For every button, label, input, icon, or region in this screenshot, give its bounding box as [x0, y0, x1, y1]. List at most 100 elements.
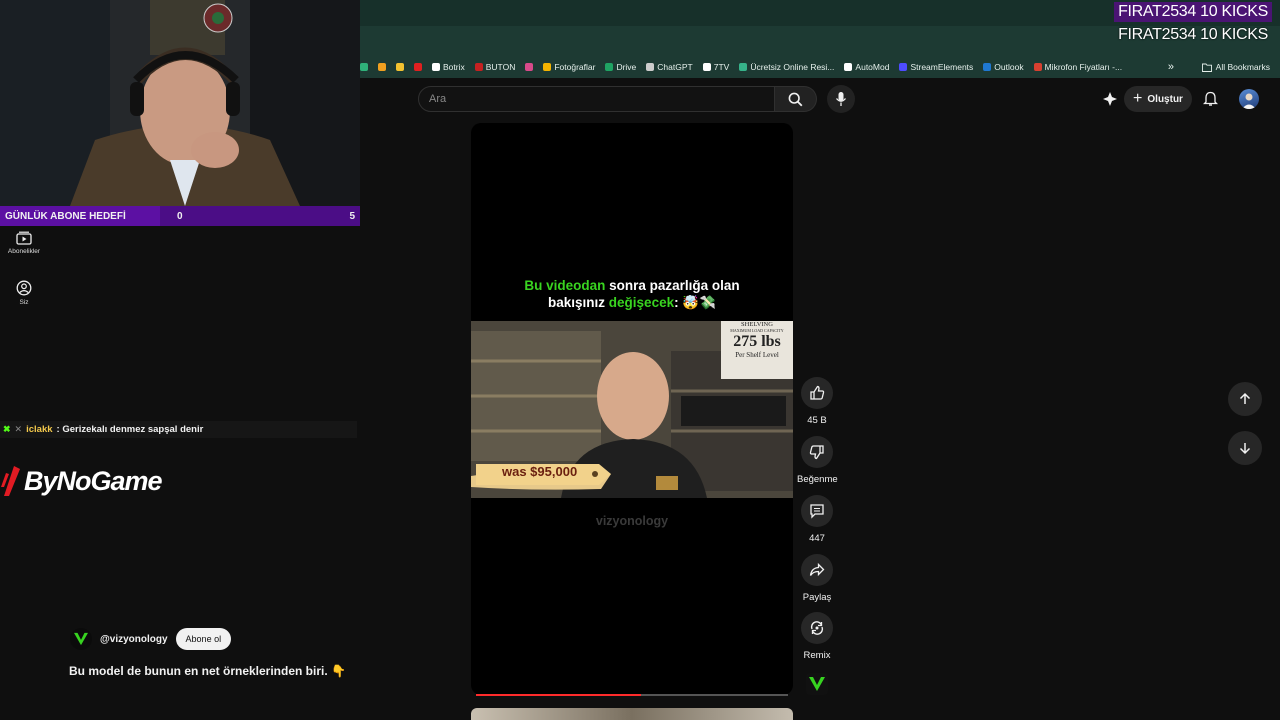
bookmark-favicon-icon: [378, 63, 386, 71]
bookmark-item[interactable]: Botrix: [432, 62, 465, 72]
create-button[interactable]: + Oluştur: [1124, 86, 1192, 112]
caption-highlight: değişecek: [608, 295, 675, 310]
channel-handle[interactable]: @vizyonology: [100, 634, 168, 645]
caption-emoji: : 🤯💸: [674, 295, 716, 310]
shelving-sign: SHELVING MAXIMUM LOAD CAPACITY 275 lbs P…: [721, 321, 793, 360]
share-button[interactable]: Paylaş: [797, 554, 837, 603]
next-short-preview[interactable]: [471, 708, 793, 720]
bookmarks-bar: Botrix BUTON Fotoğraflar Drive ChatGPT 7TV Ücr…: [360, 56, 1280, 78]
shorts-video-player[interactable]: Bu videodan sonra pazarlığa olan bakışın…: [471, 123, 793, 695]
next-short-button[interactable]: [1228, 431, 1262, 465]
bookmark-item[interactable]: AutoMod: [844, 62, 889, 72]
bookmark-label: ChatGPT: [657, 62, 693, 72]
search-button[interactable]: [775, 86, 817, 112]
bookmark-favicon-icon: [605, 63, 614, 71]
search-input[interactable]: Ara: [418, 86, 775, 112]
folder-icon: [1201, 63, 1212, 72]
bookmark-item[interactable]: [414, 63, 422, 71]
bookmark-favicon-icon: [1033, 63, 1042, 71]
all-bookmarks-button[interactable]: All Bookmarks: [1201, 56, 1270, 78]
sign-level: Per Shelf Level: [735, 351, 779, 359]
remix-button[interactable]: Remix: [797, 612, 837, 661]
bookmark-item[interactable]: Fotoğraflar: [543, 62, 595, 72]
share-label: Paylaş: [802, 592, 832, 603]
bookmarks-overflow-button[interactable]: »: [1168, 61, 1174, 73]
kick-badge-icon: ✖: [3, 424, 11, 434]
video-description: Bu model de bunun en net örneklerinden b…: [69, 664, 346, 678]
all-bookmarks-label: All Bookmarks: [1215, 62, 1270, 72]
video-clip-frame: SHELVING MAXIMUM LOAD CAPACITY 275 lbs P…: [471, 321, 793, 498]
create-label: Oluştur: [1147, 93, 1183, 105]
channel-avatar-small[interactable]: [806, 673, 828, 695]
arrow-up-icon: [1239, 392, 1251, 404]
bookmark-label: StreamElements: [910, 62, 974, 72]
notifications-button[interactable]: [1202, 91, 1219, 112]
subscriptions-icon: [16, 231, 32, 245]
dislike-button[interactable]: Beğenme: [797, 436, 838, 485]
video-caption: Bu videodan sonra pazarlığa olan bakışın…: [471, 277, 793, 311]
bookmark-favicon-icon: [983, 63, 992, 71]
arrow-down-icon: [1239, 443, 1251, 455]
bookmark-label: AutoMod: [855, 62, 890, 72]
vizyonology-logo-icon: [809, 677, 825, 691]
caption-highlight: Bu videodan: [524, 278, 606, 293]
kick-alert-primary: FIRAT2534 10 KICKS: [1114, 2, 1272, 22]
cast-icon: [1103, 92, 1117, 106]
chat-separator: :: [56, 424, 60, 435]
subscriber-goal-bar: GÜNLÜK ABONE HEDEFİ 0 5: [0, 206, 360, 226]
plus-icon: +: [1133, 90, 1143, 107]
chat-username: iclakk: [26, 424, 53, 435]
thumbs-down-icon: [809, 445, 824, 460]
bynogame-wordmark: ByNoGame: [24, 465, 163, 496]
share-icon: [809, 562, 825, 577]
bookmark-label: Botrix: [443, 62, 465, 72]
cast-button[interactable]: [1102, 91, 1118, 112]
like-count: 45 B: [807, 415, 827, 426]
bookmark-item[interactable]: ChatGPT: [646, 62, 693, 72]
bookmark-item[interactable]: [525, 63, 534, 71]
chat-message: ✖ ✕ iclakk : Gerizekalı denmez sapşal de…: [0, 421, 357, 438]
caption-text: sonra pazarlığa olan: [605, 278, 740, 293]
bookmark-item[interactable]: [396, 63, 404, 71]
comments-button[interactable]: 447: [797, 495, 837, 544]
search-icon: [788, 92, 803, 106]
goal-target: 5: [349, 210, 355, 222]
previous-short-button[interactable]: [1228, 382, 1262, 416]
bookmark-favicon-icon: [646, 63, 655, 71]
channel-info: @vizyonology Abone ol: [70, 628, 232, 650]
video-watermark: vizyonology: [595, 514, 669, 528]
bookmark-favicon-icon: [432, 63, 440, 71]
bookmark-favicon-icon: [739, 63, 748, 71]
sidebar-item-label: Abonelikler: [7, 248, 41, 255]
bookmark-item[interactable]: [360, 63, 368, 71]
chat-text: Gerizekalı denmez sapşal denir: [62, 424, 204, 435]
sidebar-item-subscriptions[interactable]: Abonelikler: [0, 231, 48, 255]
bookmark-favicon-icon: [414, 63, 422, 71]
user-icon: [16, 280, 32, 296]
bookmark-item[interactable]: Outlook: [983, 62, 1024, 72]
bookmark-item[interactable]: StreamElements: [899, 62, 973, 72]
bookmark-item[interactable]: Drive: [605, 62, 636, 72]
avatar[interactable]: [1239, 89, 1259, 109]
bookmark-item[interactable]: BUTON: [474, 62, 515, 72]
goal-label: GÜNLÜK ABONE HEDEFİ: [5, 210, 126, 222]
bookmark-item[interactable]: Mikrofon Fiyatları -...: [1033, 62, 1122, 72]
bookmark-favicon-icon: [844, 63, 853, 71]
subscribe-button[interactable]: Abone ol: [175, 628, 232, 650]
channel-avatar[interactable]: [70, 628, 92, 650]
bookmark-item[interactable]: [378, 63, 386, 71]
bookmark-favicon-icon: [360, 63, 368, 71]
bookmark-item[interactable]: 7TV: [702, 62, 729, 72]
sign-title: SHELVING: [741, 321, 773, 328]
bookmark-label: Ücretsiz Online Resi...: [750, 62, 835, 72]
account-icon: [1242, 93, 1256, 109]
comment-icon: [810, 504, 824, 519]
thumbs-up-icon: [810, 385, 825, 400]
bookmark-item[interactable]: Ücretsiz Online Resi...: [739, 62, 834, 72]
caption-text: bakışınız: [548, 295, 609, 310]
kick-alert-secondary: FIRAT2534 10 KICKS: [1118, 26, 1268, 43]
sidebar-item-you[interactable]: Siz: [0, 280, 48, 306]
voice-search-button[interactable]: [827, 85, 855, 113]
like-button[interactable]: 45 B: [797, 377, 837, 426]
vizyonology-logo-icon: [74, 632, 88, 646]
